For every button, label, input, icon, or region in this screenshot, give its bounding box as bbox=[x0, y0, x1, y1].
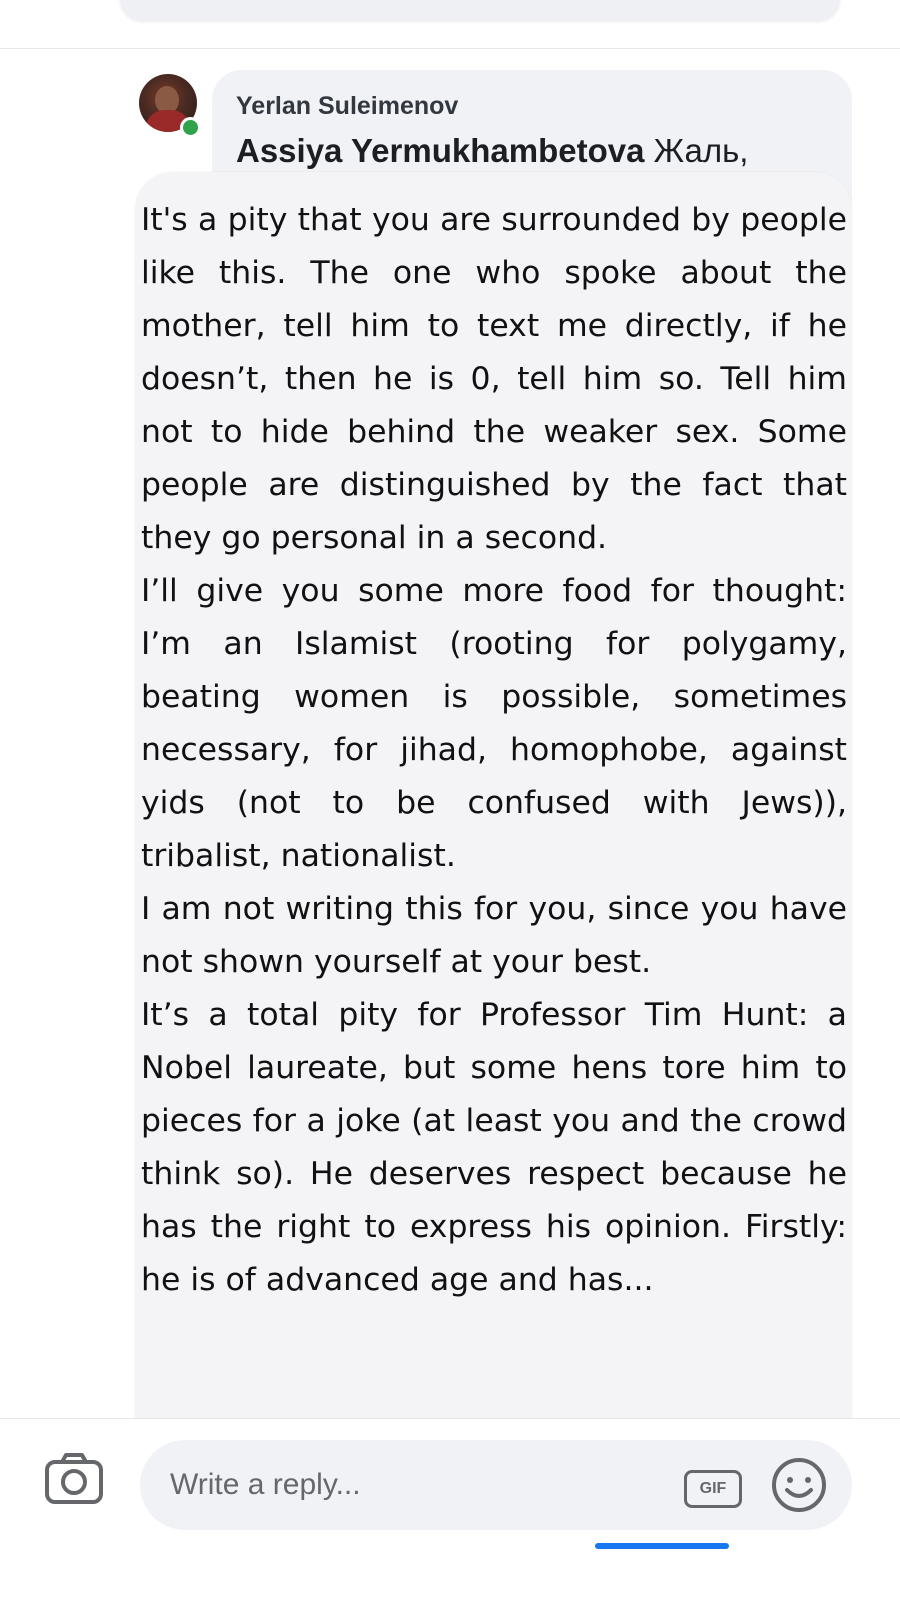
camera-icon[interactable] bbox=[44, 1452, 104, 1506]
translation-paragraph: I’ll give you some more food for thought… bbox=[141, 573, 847, 874]
translation-paragraph: It’s a total pity for Professor Tim Hunt… bbox=[141, 997, 847, 1298]
previous-comment-card bbox=[120, 0, 840, 20]
translation-text: It's a pity that you are surrounded by p… bbox=[141, 194, 847, 1307]
gif-icon[interactable]: GIF bbox=[684, 1470, 742, 1508]
translation-card: It's a pity that you are surrounded by p… bbox=[135, 172, 852, 1462]
divider bbox=[0, 48, 900, 49]
home-indicator bbox=[595, 1543, 729, 1549]
comment-author[interactable]: Yerlan Suleimenov bbox=[236, 92, 458, 121]
comment-text-preview: Жаль, bbox=[653, 132, 749, 169]
reply-input[interactable] bbox=[140, 1440, 852, 1530]
comment-mention[interactable]: Assiya Yermukhambetova bbox=[236, 132, 644, 169]
emoji-icon[interactable] bbox=[770, 1456, 828, 1514]
comment-body: Assiya Yermukhambetova Жаль, bbox=[236, 132, 748, 170]
translation-paragraph: I am not writing this for you, since you… bbox=[141, 891, 847, 980]
translation-paragraph: It's a pity that you are surrounded by p… bbox=[141, 202, 847, 556]
online-status-indicator bbox=[180, 117, 201, 138]
